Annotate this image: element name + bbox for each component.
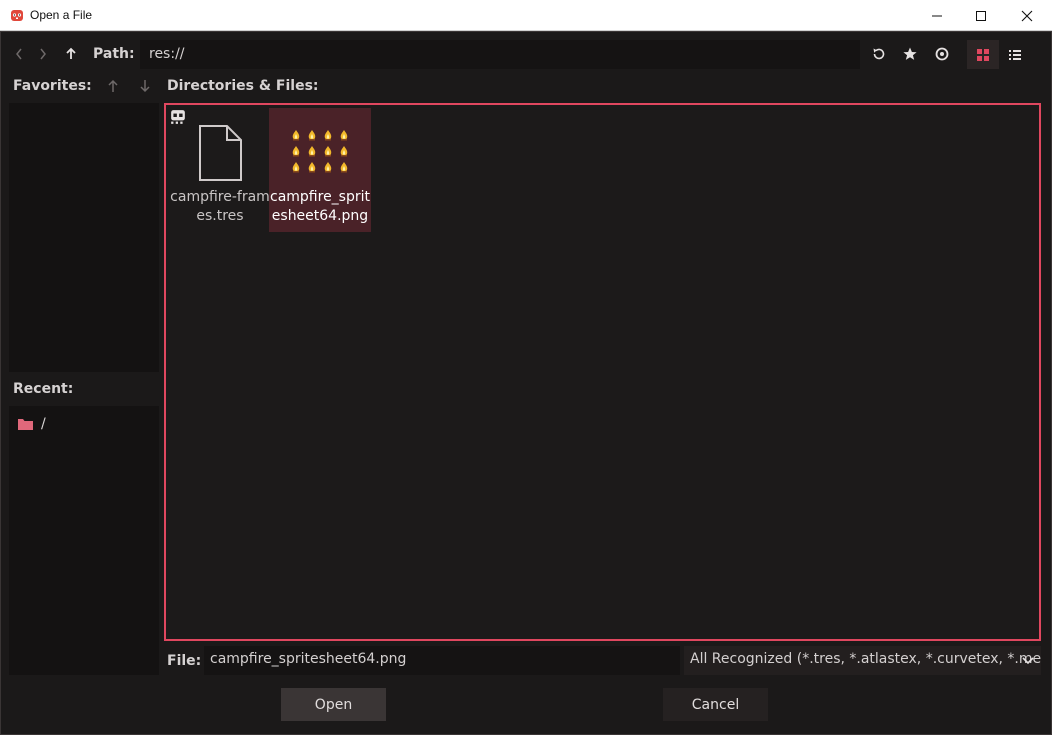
favorites-list[interactable] [9, 103, 159, 372]
file-name: campfire-frames.tres [170, 189, 270, 224]
favorite-star-icon [903, 47, 917, 60]
favorite-move-down-button[interactable] [134, 75, 156, 97]
show-hidden-button[interactable] [931, 43, 953, 65]
parent-folder-button[interactable] [60, 43, 82, 65]
maximize-icon [976, 10, 986, 21]
favorite-button[interactable] [899, 43, 921, 65]
window-title: Open a File [30, 8, 93, 22]
cancel-button[interactable]: Cancel [663, 688, 768, 721]
grid-view-icon [977, 48, 989, 61]
show-hidden-icon [935, 47, 949, 61]
file-item-campfire-frames[interactable]: campfire-frames.tres [169, 108, 271, 232]
maximize-button[interactable] [958, 0, 1004, 31]
up-icon [66, 47, 76, 59]
folder-icon [18, 419, 33, 430]
file-filter-select[interactable]: All Recognized (*.tres, *.atlastex, *.cu… [684, 646, 1041, 675]
file-item-campfire-spritesheet[interactable]: campfire_spritesheet64.png [269, 108, 371, 232]
file-name-input[interactable]: campfire_spritesheet64.png [204, 646, 680, 675]
image-icon [292, 130, 348, 173]
back-icon [16, 48, 22, 60]
chevron-down-icon [1022, 657, 1034, 665]
recent-item-label: / [41, 416, 46, 432]
files-grid[interactable]: campfire-frames.tres campfire_spriteshee… [164, 103, 1041, 641]
recent-label: Recent: [13, 381, 74, 397]
recent-list[interactable] [9, 406, 159, 675]
favorites-label: Favorites: [13, 78, 92, 94]
move-down-icon [140, 80, 150, 93]
close-button[interactable] [1004, 0, 1050, 31]
list-view-icon [1009, 49, 1021, 60]
file-name: campfire_spritesheet64.png [270, 189, 370, 224]
recent-item-root[interactable]: / [18, 416, 46, 432]
minimize-button[interactable] [914, 0, 960, 31]
list-view-button[interactable] [999, 40, 1031, 69]
path-input[interactable]: res:// [140, 40, 860, 69]
app-icon [11, 10, 23, 21]
forward-button[interactable] [32, 43, 54, 65]
file-label: File: [167, 653, 202, 669]
favorite-move-up-button[interactable] [102, 75, 124, 97]
file-icon [199, 125, 242, 181]
files-label: Directories & Files: [167, 78, 319, 94]
minimize-icon [932, 15, 942, 16]
path-label: Path: [93, 46, 135, 62]
refresh-icon [873, 48, 885, 60]
open-button[interactable]: Open [281, 688, 386, 721]
title-bar: Open a File [0, 0, 1052, 31]
file-filter-value: All Recognized (*.tres, *.atlastex, *.cu… [690, 651, 1041, 667]
grid-view-button[interactable] [967, 40, 999, 69]
move-up-icon [108, 79, 118, 92]
refresh-button[interactable] [868, 43, 890, 65]
back-button[interactable] [8, 43, 30, 65]
close-icon [1021, 10, 1033, 21]
forward-icon [40, 48, 46, 60]
